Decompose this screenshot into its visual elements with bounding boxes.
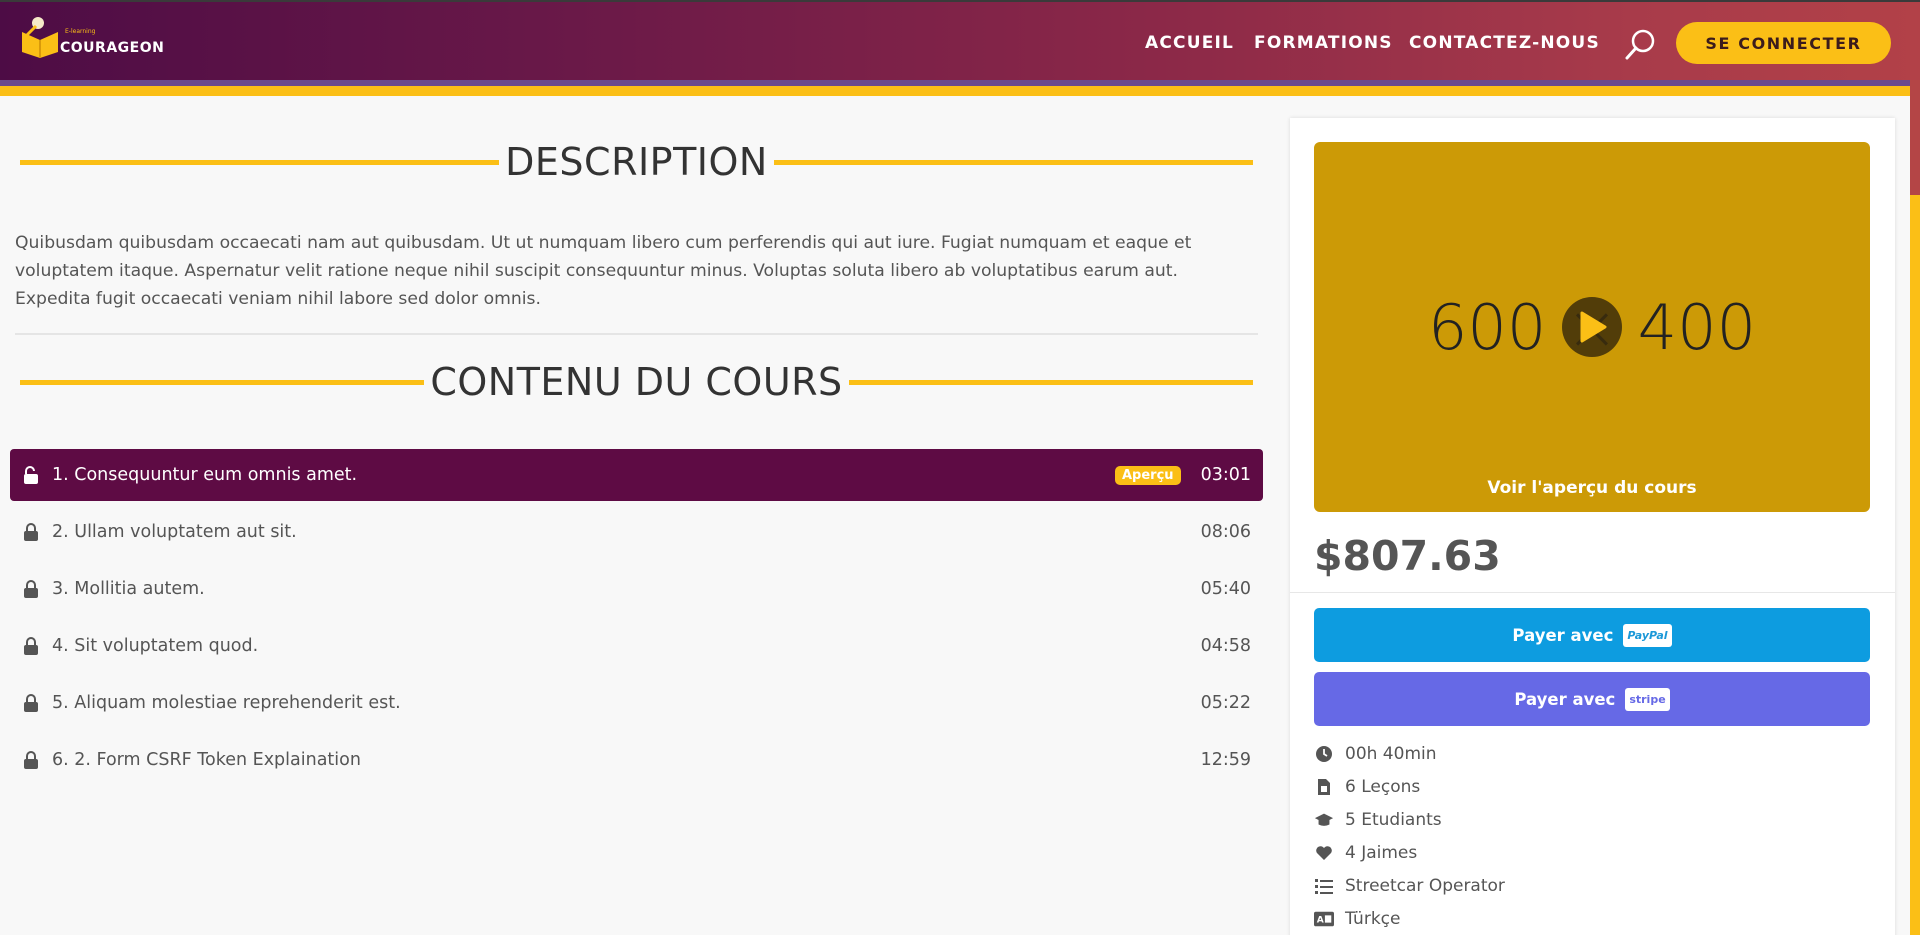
meta-students: 5 Etudiants <box>1314 810 1442 830</box>
heading-line <box>848 379 1253 385</box>
paypal-logo: PayPal <box>1623 623 1672 647</box>
lesson-title: 6. 2. Form CSRF Token Explaination <box>52 750 361 770</box>
lesson-title: 1. Consequuntur eum omnis amet. <box>52 465 358 485</box>
meta-text: 5 Etudiants <box>1345 810 1442 830</box>
pay-stripe-button[interactable]: Payer avec stripe <box>1314 672 1870 726</box>
lesson-duration: 12:59 <box>1200 750 1251 770</box>
header-stripe-accent <box>0 86 1910 96</box>
lesson-item[interactable]: 4. Sit voluptatem quod. 04:58 <box>10 620 1263 672</box>
meta-text: Streetcar Operator <box>1345 876 1505 896</box>
course-price: $807.63 <box>1314 532 1501 580</box>
nav-contact[interactable]: CONTACTEZ-NOUS <box>1409 33 1600 53</box>
pay-paypal-label: Payer avec <box>1512 625 1614 645</box>
lesson-item[interactable]: 1. Consequuntur eum omnis amet. Aperçu 0… <box>10 449 1263 501</box>
svg-text:A: A <box>1317 916 1324 926</box>
meta-text: Türkçe <box>1345 909 1401 929</box>
lock-icon <box>22 522 40 542</box>
pay-paypal-button[interactable]: Payer avec PayPal <box>1314 608 1870 662</box>
lesson-title: 4. Sit voluptatem quod. <box>52 636 259 656</box>
lesson-title: 3. Mollitia autem. <box>52 579 205 599</box>
nav-formations[interactable]: FORMATIONS <box>1254 33 1393 53</box>
meta-duration: 00h 40min <box>1314 744 1437 764</box>
course-preview[interactable]: 600 × 400 Voir l'aperçu du cours <box>1314 142 1870 512</box>
logo-text: COURAGEON <box>60 40 165 56</box>
nav-accueil[interactable]: ACCUEIL <box>1145 33 1234 53</box>
meta-text: 00h 40min <box>1345 744 1437 764</box>
nav-accueil-label: ACCUEIL <box>1145 33 1235 53</box>
heading-line <box>20 379 425 385</box>
language-icon: A <box>1314 909 1334 929</box>
nav-formations-label: FORMATIONS <box>1254 33 1393 53</box>
logo-subtitle: E-learning <box>65 28 96 35</box>
heading-line <box>773 159 1253 165</box>
list-icon <box>1314 876 1334 896</box>
meta-lessons: 6 Leçons <box>1314 777 1420 797</box>
meta-text: 6 Leçons <box>1345 777 1421 797</box>
lock-icon <box>22 579 40 599</box>
lesson-item[interactable]: 2. Ullam voluptatem aut sit. 08:06 <box>10 506 1263 558</box>
pay-stripe-label: Payer avec <box>1514 689 1616 709</box>
scrollbar-thumb[interactable] <box>1910 195 1920 935</box>
unlock-icon <box>22 465 40 485</box>
content-title: CONTENU DU COURS <box>430 360 843 404</box>
divider <box>15 333 1258 335</box>
book-logo-icon <box>22 17 58 58</box>
clock-icon <box>1314 744 1334 764</box>
meta-language: A Türkçe <box>1314 909 1400 929</box>
lesson-title: 5. Aliquam molestiae reprehenderit est. <box>52 693 401 713</box>
meta-likes: 4 Jaimes <box>1314 843 1417 863</box>
lesson-duration: 08:06 <box>1200 522 1251 542</box>
content-heading: CONTENU DU COURS <box>20 360 1253 404</box>
lesson-item[interactable]: 6. 2. Form CSRF Token Explaination 12:59 <box>10 734 1263 786</box>
preview-caption: Voir l'aperçu du cours <box>1487 478 1697 498</box>
description-text: Quibusdam quibusdam occaecati nam aut qu… <box>15 233 1192 309</box>
lock-icon <box>22 693 40 713</box>
logo[interactable]: E-learning COURAGEON <box>20 16 164 64</box>
nav-contact-label: CONTACTEZ-NOUS <box>1409 33 1600 53</box>
meta-category: Streetcar Operator <box>1314 876 1505 896</box>
play-icon[interactable] <box>1562 297 1622 357</box>
lesson-duration: 05:22 <box>1200 693 1251 713</box>
divider <box>1290 592 1895 593</box>
lesson-duration: 03:01 <box>1200 465 1251 485</box>
lesson-title: 2. Ullam voluptatem aut sit. <box>52 522 297 542</box>
file-icon <box>1314 777 1334 797</box>
lesson-duration: 04:58 <box>1200 636 1251 656</box>
description-heading: DESCRIPTION <box>20 140 1253 184</box>
lock-icon <box>22 636 40 656</box>
preview-badge: Aperçu <box>1115 465 1181 485</box>
graduation-cap-icon <box>1314 810 1334 830</box>
search-icon[interactable] <box>1623 26 1659 62</box>
site-header: E-learning COURAGEON ACCUEIL FORMATIONS … <box>0 0 1920 80</box>
lesson-item[interactable]: 3. Mollitia autem. 05:40 <box>10 563 1263 615</box>
heart-icon <box>1314 843 1334 863</box>
login-button[interactable]: SE CONNECTER <box>1676 22 1891 64</box>
lock-icon <box>22 750 40 770</box>
description-title: DESCRIPTION <box>505 140 768 184</box>
meta-text: 4 Jaimes <box>1345 843 1418 863</box>
lesson-item[interactable]: 5. Aliquam molestiae reprehenderit est. … <box>10 677 1263 729</box>
heading-line <box>20 159 500 165</box>
stripe-logo: stripe <box>1625 687 1670 711</box>
lesson-duration: 05:40 <box>1200 579 1251 599</box>
course-sidebar: 600 × 400 Voir l'aperçu du cours $807.63… <box>1290 118 1895 935</box>
